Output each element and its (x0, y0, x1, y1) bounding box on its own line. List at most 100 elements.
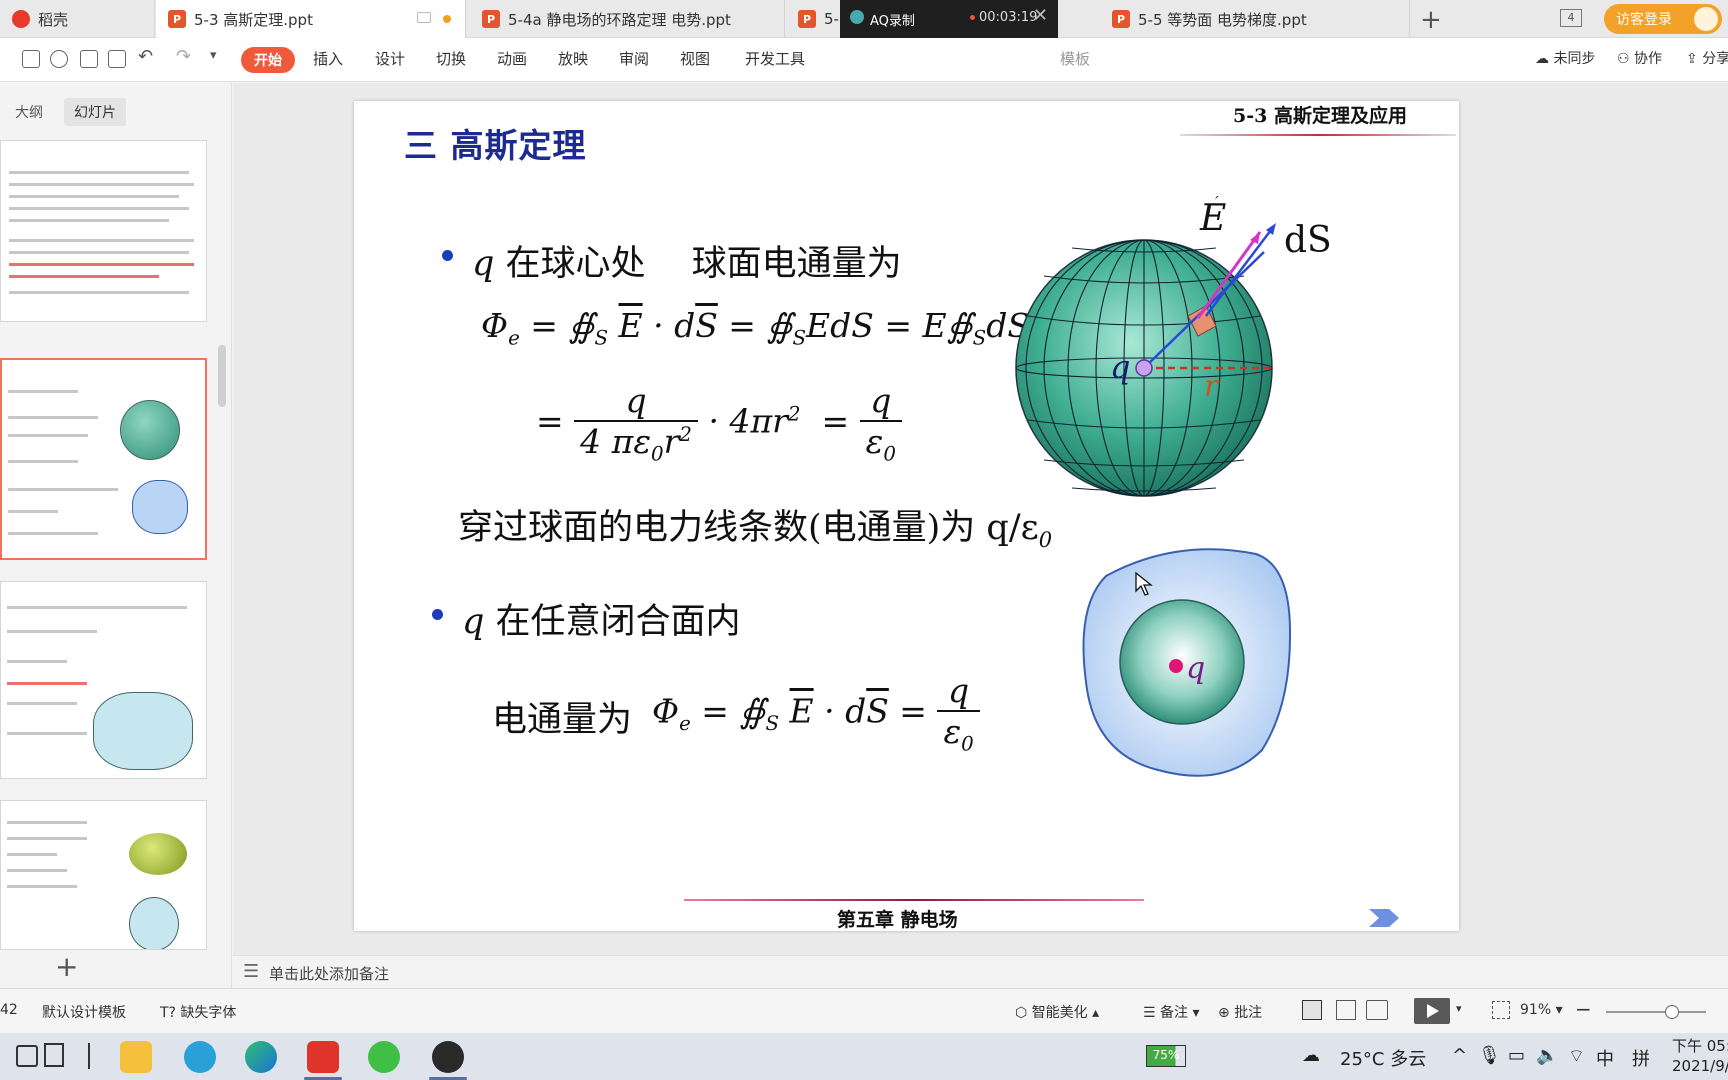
ppt-file-icon: P (482, 10, 500, 28)
tab-outline[interactable]: 大纲 (5, 98, 53, 126)
sync-status[interactable]: ☁ 未同步 (1535, 48, 1595, 68)
wps-icon[interactable] (307, 1041, 339, 1073)
bullet-1-label: 在球心处 球面电通量为 (505, 244, 902, 284)
comment-button[interactable]: ⊕ 批注 (1218, 1002, 1262, 1022)
sphere-figure: E → dS q r (1015, 196, 1332, 497)
tab-count-badge[interactable]: 4 (1560, 9, 1582, 27)
slide[interactable]: 5-3 高斯定理及应用 三 高斯定理 q 在球心处 球面电通量为 Φe = ∯S… (354, 101, 1459, 931)
ime-pinyin[interactable]: 拼 (1632, 1045, 1650, 1071)
normal-view-icon[interactable] (1302, 1000, 1322, 1020)
menu-insert[interactable]: 插入 (313, 48, 343, 69)
clock-time[interactable]: 下午 05: (1672, 1035, 1728, 1056)
file-explorer-icon[interactable] (120, 1041, 152, 1073)
menu-slideshow[interactable]: 放映 (558, 48, 588, 69)
new-tab-plus-icon[interactable]: + (1420, 5, 1442, 35)
play-slideshow-button[interactable] (1414, 998, 1450, 1024)
browser-e-icon[interactable] (184, 1041, 216, 1073)
wifi-icon[interactable]: ⌔ (1568, 1045, 1585, 1068)
tab-5-4a[interactable]: P 5-4a 静电场的环路定理 电势.ppt (470, 0, 785, 38)
label-r: r (1204, 369, 1220, 404)
ppt-file-icon: P (1112, 10, 1130, 28)
login-label: 访客登录 (1616, 12, 1672, 28)
next-slide-arrow-icon[interactable] (1369, 909, 1399, 927)
bullet-1-charge: q (472, 244, 495, 284)
bullet-1-text: q 在球心处 球面电通量为 (472, 235, 902, 286)
notes-icon: ☰ (243, 961, 260, 982)
menu-view[interactable]: 视图 (680, 48, 710, 69)
formula-flux-sphere: Φe = ∯S E · dS = ∯SEdS = E∯SdS (481, 306, 1030, 350)
formula-flux-result: = q4 πε0r2 · 4πr2 = q ε0 (536, 381, 902, 466)
tab-daoke[interactable]: 稻壳 (0, 0, 155, 38)
window-icon[interactable] (417, 12, 431, 23)
tab-5-x[interactable]: P 5-... (786, 0, 846, 38)
format-painter-icon[interactable] (50, 50, 68, 68)
battery-icon[interactable]: ▭ (1508, 1045, 1525, 1066)
print-icon[interactable] (80, 50, 98, 68)
ribbon: ↶ ↷ ▾ 开始 插入 设计 切换 动画 放映 审阅 视图 开发工具 模板 ☁ … (0, 38, 1728, 82)
more-chevron-icon[interactable]: ▾ (210, 48, 217, 63)
redo-icon[interactable]: ↷ (176, 46, 191, 67)
reading-view-icon[interactable] (1366, 1000, 1388, 1020)
task-view-icon[interactable] (44, 1043, 64, 1067)
clock-date[interactable]: 2021/9/ (1672, 1057, 1728, 1075)
mouse-cursor-icon (1135, 571, 1153, 596)
zoom-level[interactable]: 91% ▾ (1520, 1002, 1563, 1018)
fit-window-icon[interactable] (1492, 1001, 1510, 1019)
play-dropdown-icon[interactable]: ▾ (1456, 1002, 1462, 1015)
thumbnail-scrollbar[interactable] (218, 345, 226, 407)
notes-toggle-button[interactable]: ☰ 备注 ▾ (1143, 1002, 1200, 1022)
smart-beautify-button[interactable]: ⬡ 智能美化 ▴ (1015, 1002, 1099, 1022)
label-dS: dS (1284, 220, 1332, 261)
share-button[interactable]: ⇪ 分享 (1686, 48, 1728, 68)
share-label: 分享 (1702, 51, 1728, 67)
collab-button[interactable]: ⚇ 协作 (1617, 48, 1662, 68)
wps-logo-icon (12, 10, 30, 28)
slide-thumbnail-2-selected[interactable] (0, 358, 207, 560)
zoom-slider[interactable] (1606, 1005, 1706, 1019)
unsaved-dot-icon (443, 15, 451, 23)
menu-template-partial[interactable]: 模板 (1060, 48, 1090, 69)
recorder-app-icon[interactable] (432, 1041, 464, 1073)
chevron-up-icon[interactable]: ^ (1452, 1045, 1467, 1066)
notes-bar[interactable]: ☰ 单击此处添加备注 (233, 955, 1728, 988)
missing-font-button[interactable]: T? 缺失字体 (160, 1002, 236, 1022)
tab-5-5[interactable]: P 5-5 等势面 电势梯度.ppt (1100, 0, 1410, 38)
charge-q (1135, 359, 1153, 377)
slide-sorter-icon[interactable] (1336, 1000, 1356, 1020)
slide-thumbnail-4[interactable] (0, 800, 207, 950)
edge-icon[interactable] (245, 1041, 277, 1073)
menu-developer[interactable]: 开发工具 (745, 48, 805, 69)
tab-slides[interactable]: 幻灯片 (64, 98, 126, 126)
closed-surface-figure: q (1082, 548, 1292, 777)
add-slide-icon[interactable]: + (55, 953, 78, 981)
wechat-icon[interactable] (368, 1041, 400, 1073)
menu-design[interactable]: 设计 (375, 48, 405, 69)
template-name[interactable]: 默认设计模板 (42, 1002, 126, 1022)
mic-icon[interactable]: 🎙 (1478, 1045, 1501, 1066)
bullet-2-label: 在任意闭合面内 (495, 602, 741, 642)
weather-label[interactable]: 25°C 多云 (1340, 1045, 1426, 1071)
bullet-2-text: q 在任意闭合面内 (462, 593, 741, 644)
tab-5-3[interactable]: P 5-3 高斯定理.ppt (156, 0, 466, 38)
slide-thumbnail-1[interactable] (0, 140, 207, 322)
slide-thumbnail-3[interactable] (0, 581, 207, 779)
volume-icon[interactable]: 🔈 (1536, 1045, 1558, 1066)
menu-transition[interactable]: 切换 (436, 48, 466, 69)
menu-animation[interactable]: 动画 (497, 48, 527, 69)
zoom-out-icon[interactable]: − (1575, 997, 1592, 1021)
ime-mode[interactable]: 中 (1596, 1045, 1614, 1071)
battery-indicator[interactable]: 75% (1146, 1045, 1186, 1067)
undo-icon[interactable]: ↶ (138, 46, 153, 67)
play-icon (1427, 1004, 1439, 1018)
print-preview-icon[interactable] (108, 50, 126, 68)
collab-label: 协作 (1634, 51, 1663, 67)
search-icon[interactable] (16, 1045, 38, 1067)
menu-review[interactable]: 审阅 (619, 48, 649, 69)
zoom-slider-knob[interactable] (1665, 1005, 1679, 1019)
footer-divider (684, 899, 1144, 901)
recorder-close-icon[interactable]: ✕ (1033, 5, 1048, 26)
save-icon[interactable] (22, 50, 40, 68)
gauss-sphere (1119, 599, 1245, 725)
guest-login-button[interactable]: 访客登录 (1604, 4, 1722, 34)
tab-start[interactable]: 开始 (241, 47, 295, 73)
